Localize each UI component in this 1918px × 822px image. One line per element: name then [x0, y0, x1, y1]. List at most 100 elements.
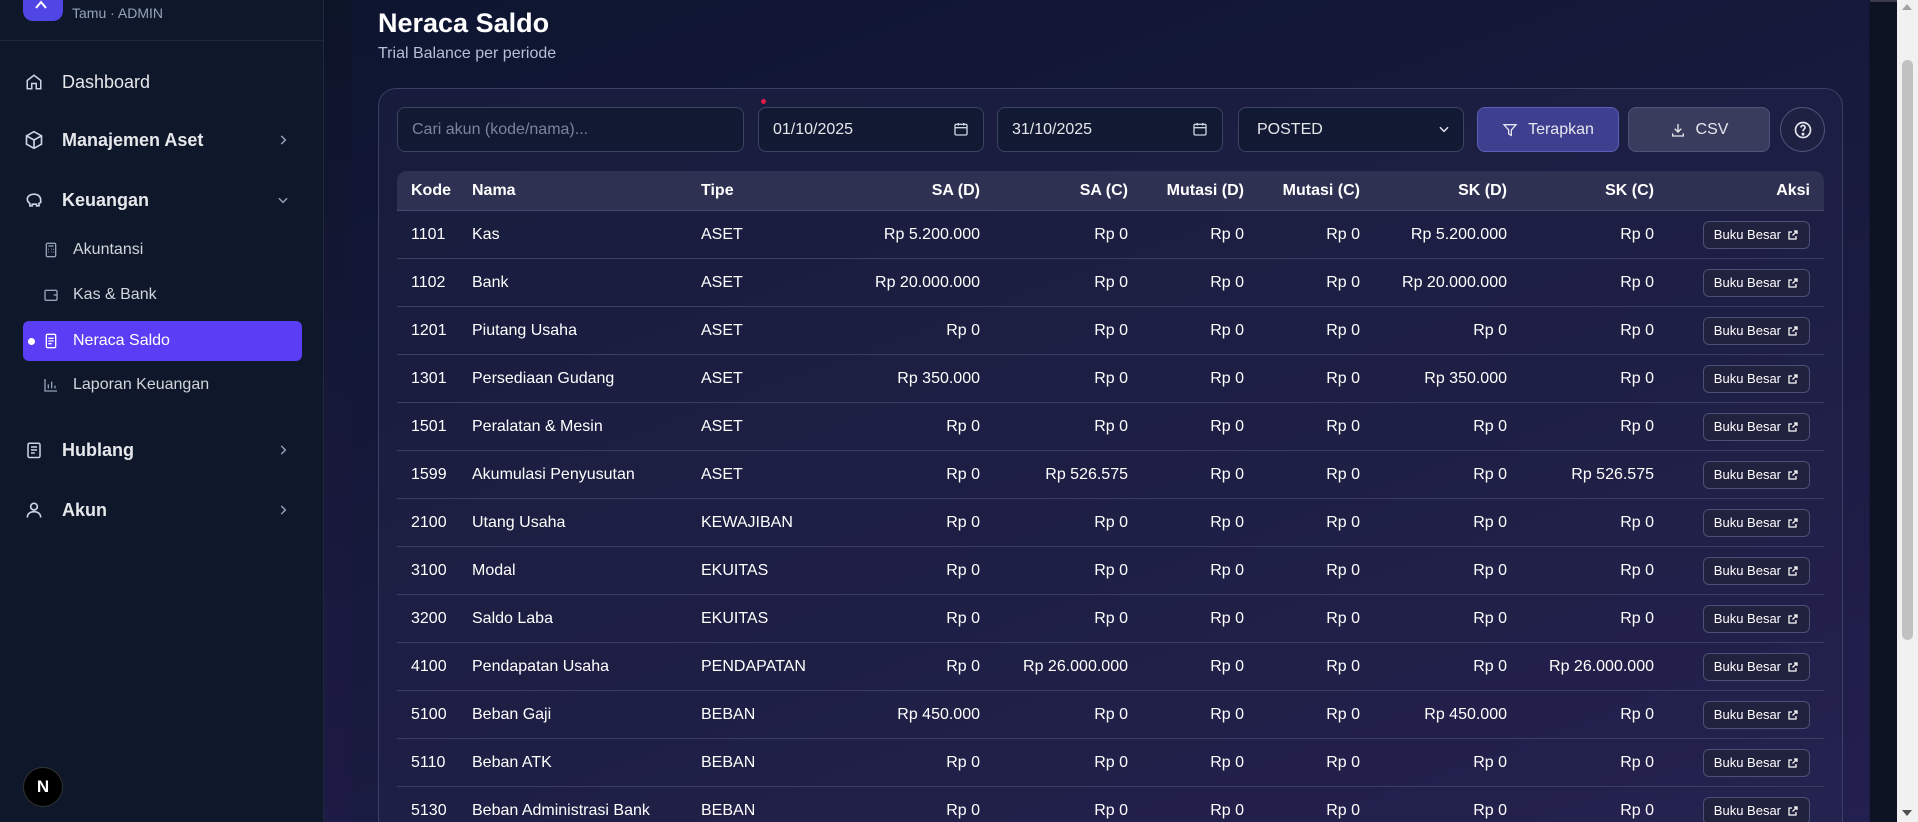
cell-mutasi-c: Rp 0 [1326, 609, 1360, 627]
scrollbar-thumb[interactable] [1902, 60, 1913, 640]
cell-tipe: EKUITAS [701, 561, 769, 579]
cell-mutasi-d: Rp 0 [1210, 705, 1244, 723]
cell-sk-d: Rp 0 [1473, 465, 1507, 483]
external-link-icon [1788, 565, 1798, 576]
help-button[interactable] [1780, 107, 1825, 152]
cell-aksi: Buku Besar [1654, 364, 1824, 393]
table-body: 1101 Kas ASET Rp 5.200.000 Rp 0 Rp 0 Rp 0 Rp 5.… [397, 211, 1824, 822]
cell-kode: 3100 [411, 561, 447, 579]
table-row: 2100 Utang Usaha KEWAJIBAN Rp 0 Rp 0 Rp 0 Rp 0… [397, 499, 1824, 547]
cell-sk-d: Rp 0 [1473, 321, 1507, 339]
buku-besar-button[interactable]: Buku Besar [1702, 268, 1810, 297]
cell-sa-c: Rp 0 [1094, 369, 1128, 387]
buku-besar-button[interactable]: Buku Besar [1702, 316, 1810, 345]
sidebar-item-akuntansi[interactable]: Akuntansi [23, 230, 302, 270]
cell-mutasi-c: Rp 0 [1326, 465, 1360, 483]
sidebar-item-akun[interactable]: Akun [23, 490, 300, 530]
cell-mutasi-d: Rp 0 [1210, 801, 1244, 819]
csv-label: CSV [1695, 120, 1729, 138]
cell-mutasi-d: Rp 0 [1210, 465, 1244, 483]
calendar-icon[interactable] [953, 121, 969, 142]
date-from-input[interactable]: 01/10/2025 [758, 107, 984, 152]
app-logo[interactable] [23, 0, 63, 21]
buku-besar-label: Buku Besar [1713, 755, 1781, 770]
page-subtitle: Trial Balance per periode [378, 45, 557, 62]
table-row: 5100 Beban Gaji BEBAN Rp 450.000 Rp 0 Rp 0 Rp … [397, 691, 1824, 739]
cell-sa-c: Rp 0 [1094, 609, 1128, 627]
external-link-icon [1788, 229, 1798, 240]
sidebar-item-kas-bank[interactable]: Kas & Bank [23, 275, 302, 315]
bar-chart-icon [42, 377, 60, 393]
buku-besar-button[interactable]: Buku Besar [1702, 652, 1810, 681]
cell-sk-d: Rp 350.000 [1424, 369, 1507, 387]
cell-mutasi-d: Rp 0 [1210, 513, 1244, 531]
logo-icon [35, 0, 47, 9]
filter-icon [1502, 123, 1518, 136]
buku-besar-button[interactable]: Buku Besar [1702, 796, 1810, 822]
buku-besar-button[interactable]: Buku Besar [1702, 700, 1810, 729]
cell-nama: Persediaan Gudang [472, 369, 615, 387]
buku-besar-label: Buku Besar [1713, 659, 1781, 674]
cell-tipe: BEBAN [701, 705, 756, 723]
date-to-input[interactable]: 31/10/2025 [997, 107, 1223, 152]
buku-besar-label: Buku Besar [1713, 467, 1781, 482]
cell-aksi: Buku Besar [1654, 460, 1824, 489]
table-row: 5110 Beban ATK BEBAN Rp 0 Rp 0 Rp 0 Rp 0 Rp 0 Rp… [397, 739, 1824, 787]
buku-besar-button[interactable]: Buku Besar [1702, 220, 1810, 249]
buku-besar-button[interactable]: Buku Besar [1702, 604, 1810, 633]
cell-nama: Piutang Usaha [472, 321, 577, 339]
document-icon [42, 333, 60, 349]
table-row: 1301 Persediaan Gudang ASET Rp 350.000 Rp 0 R… [397, 355, 1824, 403]
calendar-icon[interactable] [1192, 121, 1208, 142]
page-scrollbar[interactable] [1897, 0, 1918, 822]
table-row: 1201 Piutang Usaha ASET Rp 0 Rp 0 Rp 0 Rp 0 Rp … [397, 307, 1824, 355]
buku-besar-label: Buku Besar [1713, 419, 1781, 434]
sidebar-item-neraca-saldo[interactable]: Neraca Saldo [23, 321, 302, 361]
sidebar-item-laporan-keuangan[interactable]: Laporan Keuangan [23, 365, 302, 405]
cell-aksi: Buku Besar [1654, 268, 1824, 297]
date-from-value: 01/10/2025 [773, 120, 854, 138]
sidebar-item-keuangan[interactable]: Keuangan [23, 180, 300, 220]
trial-balance-table: Kode Nama Tipe SA (D) SA (C) Mutasi (D) … [397, 171, 1824, 822]
buku-besar-button[interactable]: Buku Besar [1702, 508, 1810, 537]
cell-sa-c: Rp 26.000.000 [1023, 657, 1128, 675]
sidebar-item-label: Hublang [62, 439, 134, 460]
external-link-icon [1788, 277, 1798, 288]
cell-kode: 1301 [411, 369, 447, 387]
sidebar-item-manajemen-aset[interactable]: Manajemen Aset [23, 120, 300, 160]
cell-sa-d: Rp 0 [946, 561, 980, 579]
status-select[interactable]: POSTED [1238, 107, 1464, 152]
buku-besar-button[interactable]: Buku Besar [1702, 364, 1810, 393]
table-row: 4100 Pendapatan Usaha PENDAPATAN Rp 0 Rp 26.… [397, 643, 1824, 691]
external-link-icon [1788, 757, 1798, 768]
buku-besar-button[interactable]: Buku Besar [1702, 556, 1810, 585]
search-input[interactable]: Cari akun (kode/nama)... [397, 107, 744, 152]
home-icon [23, 73, 45, 91]
cell-nama: Beban Gaji [472, 705, 552, 723]
buku-besar-button[interactable]: Buku Besar [1702, 460, 1810, 489]
sidebar-item-hublang[interactable]: Hublang [23, 430, 300, 470]
table-row: 3200 Saldo Laba EKUITAS Rp 0 Rp 0 Rp 0 Rp 0 Rp … [397, 595, 1824, 643]
sidebar-item-label: Neraca Saldo [73, 332, 170, 349]
cell-tipe: BEBAN [701, 801, 756, 819]
cell-mutasi-d: Rp 0 [1210, 561, 1244, 579]
sidebar-item-dashboard[interactable]: Dashboard [23, 62, 300, 102]
apply-button[interactable]: Terapkan [1477, 107, 1619, 152]
csv-export-button[interactable]: CSV [1628, 107, 1770, 152]
cell-tipe: ASET [701, 417, 743, 435]
buku-besar-label: Buku Besar [1713, 227, 1781, 242]
next-dev-badge[interactable]: N [23, 767, 63, 807]
cell-nama: Akumulasi Penyusutan [472, 465, 635, 483]
scroll-down-arrow-icon[interactable] [1902, 810, 1912, 816]
sidebar: Tamu · ADMIN Dashboard Manajemen Aset Ke… [0, 0, 324, 822]
buku-besar-button[interactable]: Buku Besar [1702, 412, 1810, 441]
cell-mutasi-c: Rp 0 [1326, 273, 1360, 291]
cell-sk-c: Rp 0 [1620, 417, 1654, 435]
sidebar-item-label: Keuangan [62, 189, 150, 210]
cell-sa-c: Rp 0 [1094, 417, 1128, 435]
scroll-up-arrow-icon[interactable] [1902, 4, 1912, 10]
cell-mutasi-d: Rp 0 [1210, 753, 1244, 771]
buku-besar-button[interactable]: Buku Besar [1702, 748, 1810, 777]
cell-sk-d: Rp 20.000.000 [1402, 273, 1507, 291]
cell-kode: 1599 [411, 465, 447, 483]
